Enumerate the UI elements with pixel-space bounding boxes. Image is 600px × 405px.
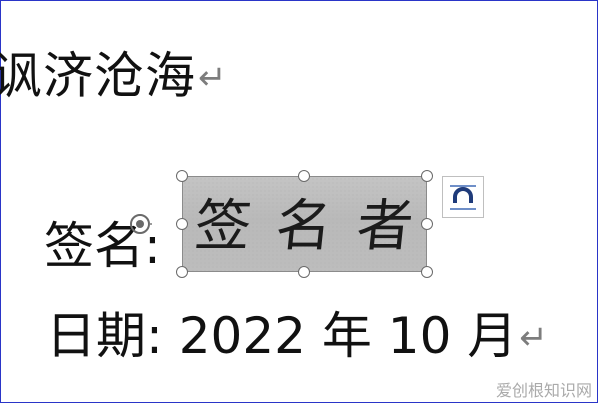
- resize-handle-bottom-right[interactable]: [421, 266, 433, 278]
- rotate-handle-icon[interactable]: [128, 212, 152, 236]
- signature-image[interactable]: 签 名 者: [182, 176, 427, 272]
- resize-handle-bottom-left[interactable]: [176, 266, 188, 278]
- paragraph-mark: ↵: [519, 318, 548, 358]
- heading-text: 讽济沧海: [0, 47, 196, 105]
- resize-handle-top-right[interactable]: [421, 170, 433, 182]
- resize-handle-left[interactable]: [176, 218, 188, 230]
- signature-char: 名: [272, 194, 336, 259]
- document-line-heading[interactable]: 讽济沧海↵: [0, 36, 228, 108]
- date-text: 日期: 2022 年 10 月: [46, 307, 518, 365]
- watermark-text: 爱创根知识网: [495, 381, 592, 400]
- resize-handle-right[interactable]: [421, 218, 433, 230]
- document-line-date[interactable]: 日期: 2022 年 10 月↵: [46, 296, 548, 368]
- wrap-text-icon: [450, 185, 476, 210]
- signature-char: 者: [353, 194, 417, 259]
- resize-handle-top-left[interactable]: [176, 170, 188, 182]
- signature-handwriting: 签 名 者: [183, 181, 426, 262]
- resize-handle-bottom[interactable]: [298, 266, 310, 278]
- resize-handle-top[interactable]: [298, 170, 310, 182]
- layout-options-button[interactable]: [442, 176, 484, 218]
- signature-char: 签: [191, 194, 255, 259]
- paragraph-mark: ↵: [198, 58, 228, 98]
